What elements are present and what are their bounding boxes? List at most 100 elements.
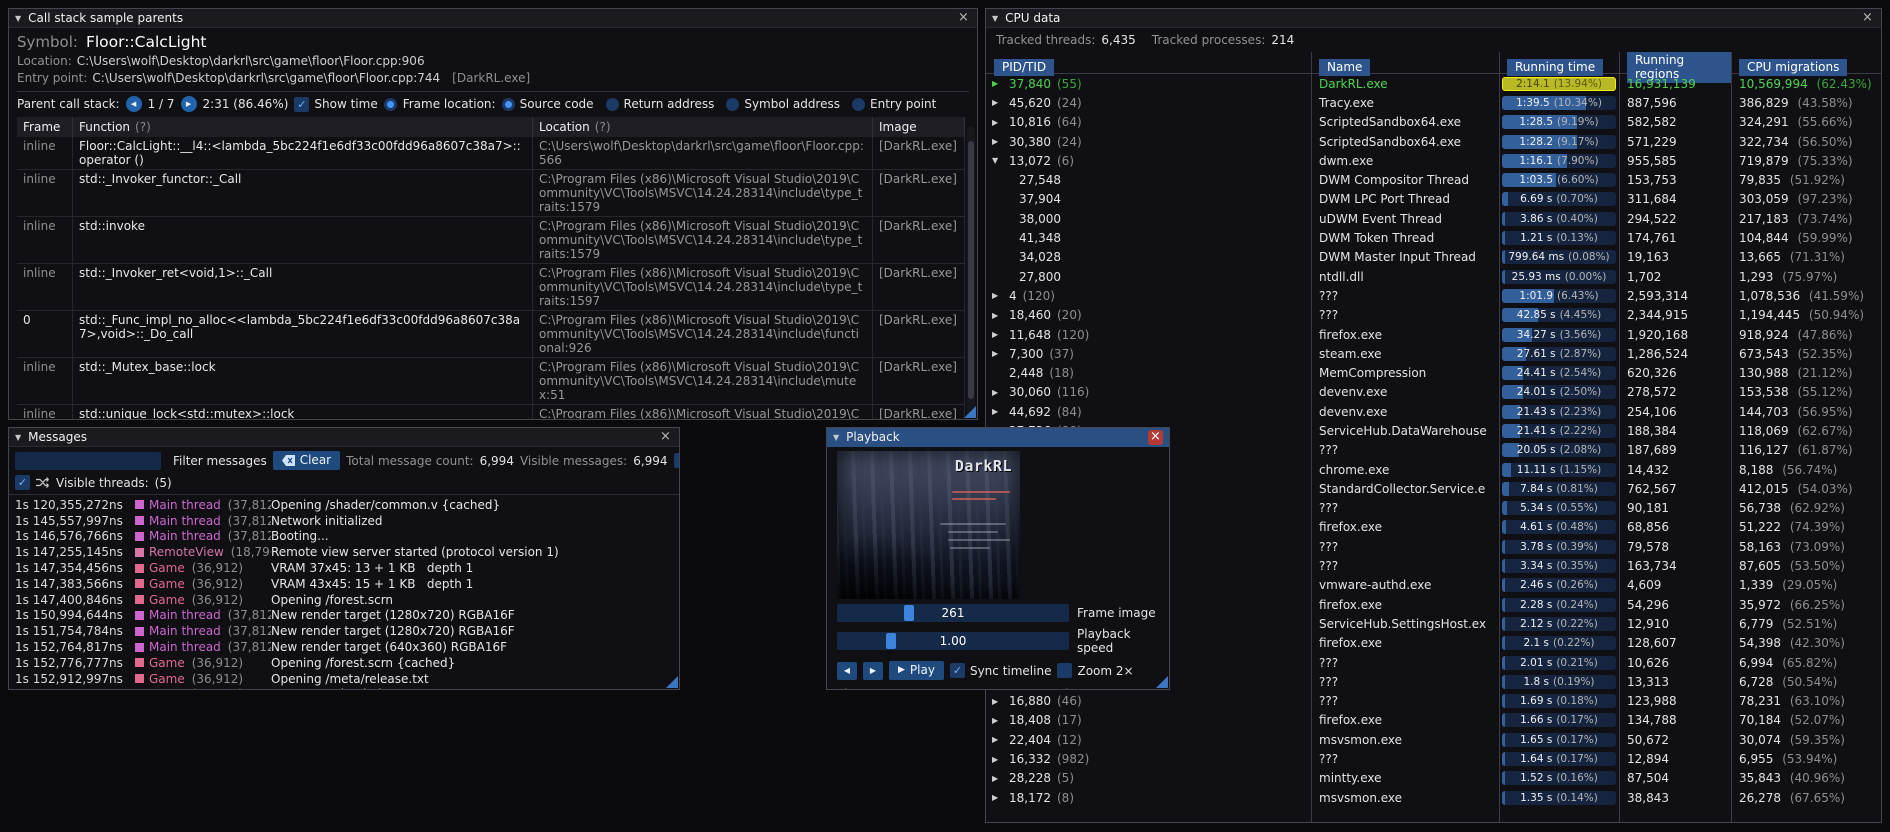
filter-input[interactable] xyxy=(15,451,161,470)
expand-icon[interactable]: ▶ xyxy=(992,311,1003,320)
expand-icon[interactable]: ▶ xyxy=(992,697,1003,706)
resize-grip[interactable] xyxy=(666,676,678,688)
cpu-row[interactable]: ▼ 13,072 (6) dwm.exe 1:16.1 (7.90%) 955,5… xyxy=(986,151,1881,170)
resize-grip[interactable] xyxy=(964,406,976,418)
expand-icon[interactable]: ▶ xyxy=(992,716,1003,725)
close-icon[interactable]: × xyxy=(658,429,673,445)
callstack-row[interactable]: inline std::unique_lock<std::mutex>::loc… xyxy=(17,405,965,419)
callstack-row[interactable]: inline Floor::CalcLight::__l4::<lambda_5… xyxy=(17,137,965,170)
message-row[interactable]: 1s 150,994,644ns Main thread (37,812) Ne… xyxy=(15,608,673,624)
cpu-row[interactable]: ▶ 30,380 (24) ScriptedSandbox64.exe 1:28… xyxy=(986,132,1881,151)
cpu-row[interactable]: ▶ 44,692 (84) devenv.exe 21.43 s (2.23%) … xyxy=(986,402,1881,421)
callstack-row[interactable]: inline std::_Invoker_functor::_Call C:\P… xyxy=(17,170,965,217)
cpu-row[interactable]: 37,904 DWM LPC Port Thread 6.69 s (0.70%)… xyxy=(986,190,1881,209)
message-row[interactable]: 1s 145,557,997ns Main thread (37,812) Ne… xyxy=(15,513,673,529)
collapse-icon[interactable]: ▼ xyxy=(833,433,839,442)
message-row[interactable]: 1s 152,776,777ns Game (36,912) Opening /… xyxy=(15,655,673,671)
cpu-row[interactable]: 41,348 DWM Token Thread 1.21 s (0.13%) 17… xyxy=(986,228,1881,247)
clear-button[interactable]: Clear xyxy=(272,451,341,470)
next-frame-button[interactable]: ▶ xyxy=(863,661,883,680)
slider-grab[interactable] xyxy=(885,633,896,649)
expand-icon[interactable]: ▶ xyxy=(992,407,1003,416)
message-row[interactable]: 1s 152,764,817ns Main thread (37,812) Ne… xyxy=(15,639,673,655)
expand-icon[interactable]: ▼ xyxy=(992,156,1003,165)
cpu-row[interactable]: ▶ 18,172 (8) msvsmon.exe 1.35 s (0.14%) 3… xyxy=(986,788,1881,807)
close-icon[interactable]: × xyxy=(1860,10,1875,26)
cpu-row[interactable]: 27,800 ntdll.dll 25.93 ms (0.00%) 1,702 1… xyxy=(986,267,1881,286)
expand-icon[interactable]: ▶ xyxy=(992,774,1003,783)
message-row[interactable]: 1s 146,576,766ns Main thread (37,812) Bo… xyxy=(15,529,673,545)
cpu-row[interactable]: 2,448 (18) MemCompression 24.41 s (2.54%)… xyxy=(986,363,1881,382)
collapse-icon[interactable]: ▼ xyxy=(15,433,21,442)
cpu-row[interactable]: ▶ 16,332 (982) ??? 1.64 s (0.17%) 12,894 … xyxy=(986,749,1881,768)
next-parent-button[interactable]: ▶ xyxy=(180,96,197,112)
column-header-running-time[interactable]: Running time xyxy=(1507,59,1604,76)
scrollbar-thumb[interactable] xyxy=(968,140,974,399)
slider-grab[interactable] xyxy=(904,605,915,621)
cpu-row[interactable]: ▶ 22,404 (12) msvsmon.exe 1.65 s (0.17%) … xyxy=(986,730,1881,749)
cpu-row[interactable]: ▶ 11,648 (120) firefox.exe 34.27 s (3.56%… xyxy=(986,325,1881,344)
column-header-name[interactable]: Name xyxy=(1319,59,1371,76)
checkbox-unchecked xyxy=(1057,663,1073,678)
cpu-row[interactable]: ▶ 45,620 (24) Tracy.exe 1:39.5 (10.34%) 8… xyxy=(986,93,1881,112)
prev-parent-button[interactable]: ◀ xyxy=(125,96,142,112)
zoom-2x-checkbox[interactable]: Zoom 2× xyxy=(1057,663,1134,678)
prev-frame-button[interactable]: ◀ xyxy=(837,661,857,680)
callstack-row[interactable]: inline std::_Invoker_ret<void,1>::_Call … xyxy=(17,264,965,311)
frame-location-radio[interactable]: Symbol address xyxy=(726,97,840,111)
expand-icon[interactable]: ▶ xyxy=(992,349,1003,358)
cpu-row[interactable]: 38,000 uDWM Event Thread 3.86 s (0.40%) 2… xyxy=(986,209,1881,228)
message-row[interactable]: 1s 120,355,272ns Main thread (37,812) Op… xyxy=(15,497,673,513)
cpu-row[interactable]: ▶ 16,880 (46) ??? 1.69 s (0.18%) 123,988 … xyxy=(986,692,1881,711)
expand-icon[interactable]: ▶ xyxy=(992,118,1003,127)
message-row[interactable]: 1s 147,354,456ns Game (36,912) VRAM 37x4… xyxy=(15,560,673,576)
play-button[interactable]: ▶ Play xyxy=(889,661,944,680)
cpu-row[interactable]: ▶ 18,408 (17) firefox.exe 1.66 s (0.17%) … xyxy=(986,711,1881,730)
cpu-row[interactable]: ▶ 7,300 (37) steam.exe 27.61 s (2.87%) 1,… xyxy=(986,344,1881,363)
show-time-checkbox[interactable]: ✓ Show time xyxy=(294,96,378,112)
expand-icon[interactable]: ▶ xyxy=(992,755,1003,764)
visible-threads-row[interactable]: ✓ Visible threads: (5) xyxy=(9,474,679,495)
threads-checkbox-checked[interactable]: ✓ xyxy=(15,475,30,490)
expand-icon[interactable]: ▶ xyxy=(992,388,1003,397)
collapse-icon[interactable]: ▼ xyxy=(992,14,998,23)
cpu-row[interactable]: 27,548 DWM Compositor Thread 1:03.5 (6.60… xyxy=(986,170,1881,189)
expand-icon[interactable]: ▶ xyxy=(992,793,1003,802)
message-row[interactable]: 1s 147,400,846ns Game (36,912) Opening /… xyxy=(15,592,673,608)
resize-grip[interactable] xyxy=(1156,676,1168,688)
cpu-row[interactable]: ▶ 18,460 (20) ??? 42.85 s (4.45%) 2,344,9… xyxy=(986,306,1881,325)
callstack-row[interactable]: inline std::_Mutex_base::lock C:\Program… xyxy=(17,358,965,405)
expand-icon[interactable]: ▶ xyxy=(992,735,1003,744)
frame-location-radio[interactable]: Entry point xyxy=(852,97,936,111)
message-row[interactable]: 1s 152,912,997ns Game (36,912) Opening /… xyxy=(15,671,673,687)
cpu-row[interactable]: 34,028 DWM Master Input Thread 799.64 ms… xyxy=(986,248,1881,267)
cpu-row[interactable]: ▶ 10,816 (64) ScriptedSandbox64.exe 1:28… xyxy=(986,113,1881,132)
message-row[interactable]: 1s 147,383,566ns Game (36,912) VRAM 43x4… xyxy=(15,576,673,592)
sync-timeline-checkbox[interactable]: ✓ Sync timeline xyxy=(949,663,1051,678)
message-row[interactable]: 1s 151,754,784ns Main thread (37,812) Ne… xyxy=(15,623,673,639)
column-header-cpu-migrations[interactable]: CPU migrations xyxy=(1739,59,1848,76)
expand-icon[interactable]: ▶ xyxy=(992,98,1003,107)
expand-icon[interactable]: ▶ xyxy=(992,79,1003,88)
column-header-pid[interactable]: PID/TID xyxy=(994,59,1055,76)
cpu-row[interactable]: ▶ 28,228 (5) mintty.exe 1.52 s (0.16%) 87… xyxy=(986,769,1881,788)
cpu-row[interactable]: ▶ 4 (120) ??? 1:01.9 (6.43%) 2,593,314 1,… xyxy=(986,286,1881,305)
close-icon[interactable]: × xyxy=(956,10,971,26)
collapse-icon[interactable]: ▼ xyxy=(15,14,21,23)
message-row[interactable]: 1s 153,116,272ns Game (36,912) Intro men… xyxy=(15,687,673,689)
close-icon[interactable]: × xyxy=(1148,429,1163,445)
callstack-row[interactable]: inline std::invoke C:\Program Files (x86… xyxy=(17,217,965,264)
message-row[interactable]: 1s 147,255,145ns RemoteView (18,796) Rem… xyxy=(15,544,673,560)
frame-image-slider[interactable]: 261 xyxy=(837,604,1069,622)
frame-location-radio[interactable]: Source code xyxy=(501,97,594,111)
truncated-checkbox[interactable] xyxy=(673,453,679,468)
cpu-row[interactable]: ▶ 30,060 (116) devenv.exe 24.01 s (2.50%)… xyxy=(986,383,1881,402)
expand-icon[interactable]: ▶ xyxy=(992,330,1003,339)
frame-location-radio[interactable]: Return address xyxy=(605,97,714,111)
vertical-scrollbar[interactable] xyxy=(967,126,975,416)
playback-speed-slider[interactable]: 1.00 xyxy=(837,632,1069,650)
expand-icon[interactable]: ▶ xyxy=(992,137,1003,146)
expand-icon[interactable]: ▶ xyxy=(992,291,1003,300)
cpu-row[interactable]: ▶ 37,840 (55) DarkRL.exe 2:14.1 (13.94%) … xyxy=(986,74,1881,93)
callstack-row[interactable]: 0 std::_Func_impl_no_alloc<<lambda_5bc22… xyxy=(17,311,965,358)
